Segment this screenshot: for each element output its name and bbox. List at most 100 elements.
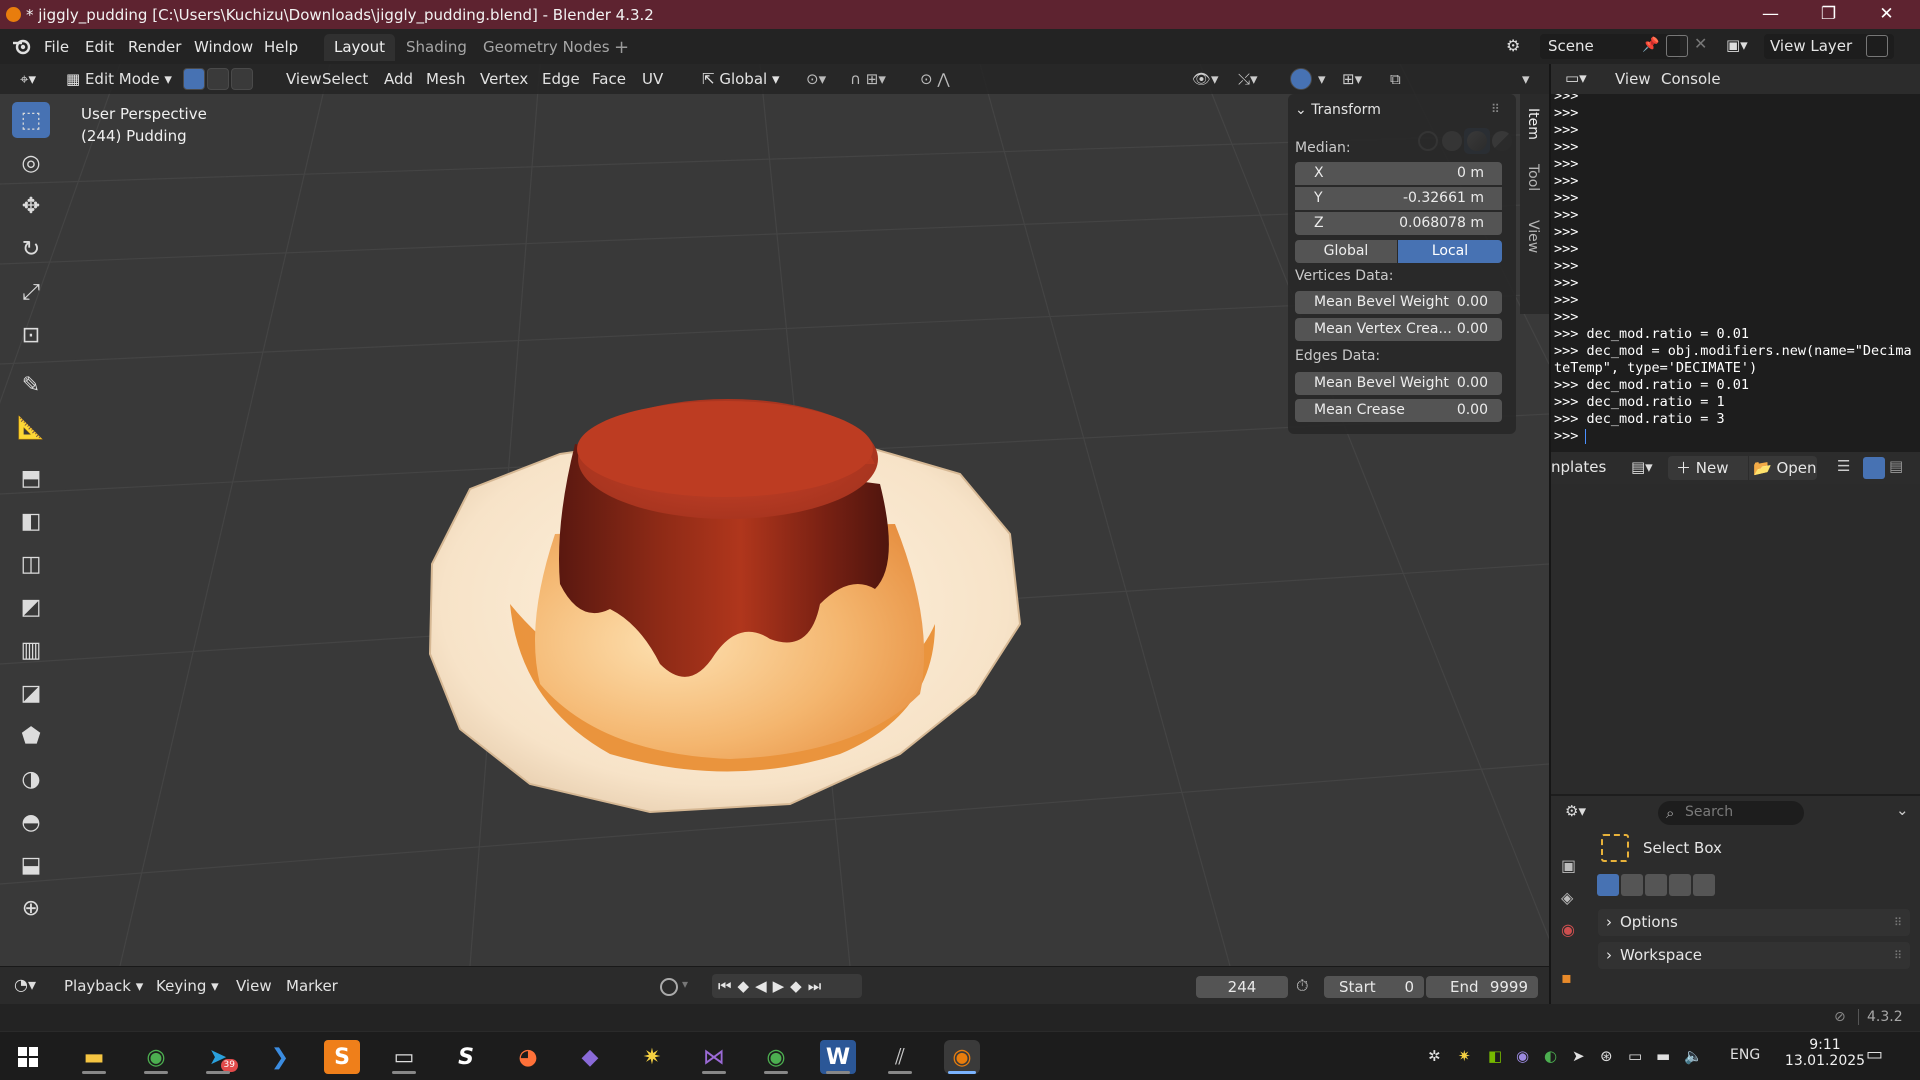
text-editor-body[interactable]	[1551, 484, 1920, 794]
tray-app-4-icon[interactable]: ◐	[1544, 1047, 1557, 1065]
drag-handle-icon[interactable]: ⠿	[1491, 102, 1500, 116]
jump-start-icon[interactable]: ⏮	[718, 977, 738, 995]
chrome-icon[interactable]: ◉	[138, 1040, 174, 1074]
word-wrap-icon[interactable]	[1863, 457, 1885, 479]
mode-set-icon[interactable]	[1597, 874, 1619, 896]
properties-search[interactable]: ⌕ Search	[1658, 801, 1804, 825]
menu-face[interactable]: Face	[586, 67, 632, 91]
face-select-icon[interactable]	[231, 68, 253, 90]
measure-tool-icon[interactable]: 📐	[12, 410, 50, 446]
smooth-tool-icon[interactable]: ◓	[12, 804, 50, 840]
scribe-app-icon[interactable]: S	[448, 1040, 484, 1074]
xray-icon[interactable]: ⧉	[1384, 67, 1407, 91]
timeline-editor-icon[interactable]: ◔▾	[14, 975, 36, 994]
chevron-down-icon[interactable]: ⌄	[1896, 801, 1909, 819]
scene-icon[interactable]: ⚙	[1506, 36, 1534, 58]
global-toggle[interactable]: Global	[1295, 240, 1397, 263]
nvidia-icon[interactable]: ◧	[1488, 1047, 1502, 1065]
prev-keyframe-icon[interactable]: ◆	[738, 977, 756, 995]
scale-tool-icon[interactable]: ⤢	[12, 274, 50, 310]
sublime-text-icon[interactable]: S	[324, 1040, 360, 1074]
menu-timeline-view[interactable]: View	[230, 974, 278, 998]
end-frame-field[interactable]: End 9999	[1426, 976, 1538, 998]
spin-tool-icon[interactable]: ◑	[12, 761, 50, 797]
menu-playback[interactable]: Playback ▾	[58, 974, 149, 998]
mode-extend-icon[interactable]	[1621, 874, 1643, 896]
menu-marker[interactable]: Marker	[280, 974, 344, 998]
playback-controls[interactable]: ⏮◆◀▶◆⏭	[712, 974, 862, 998]
menu-vertex[interactable]: Vertex	[474, 67, 534, 91]
tray-app-3-icon[interactable]: ◉	[1516, 1047, 1529, 1065]
mode-invert-icon[interactable]	[1669, 874, 1691, 896]
edge-select-icon[interactable]	[207, 68, 229, 90]
annotate-tool-icon[interactable]: ✎	[12, 367, 50, 403]
file-explorer-icon[interactable]: ▬	[76, 1040, 112, 1074]
median-x-field[interactable]: X 0 m	[1295, 162, 1502, 185]
record-icon[interactable]	[660, 978, 678, 996]
console-editor-icon[interactable]: ▭▾	[1565, 69, 1587, 87]
blender-menu-icon[interactable]	[12, 37, 32, 55]
firefox-icon[interactable]: ◕	[510, 1040, 546, 1074]
menu-edge[interactable]: Edge	[536, 67, 586, 91]
clock[interactable]: 9:11 13.01.2025	[1778, 1037, 1872, 1069]
extrude-tool-icon[interactable]: ◧	[12, 503, 50, 539]
mode-intersect-icon[interactable]	[1693, 874, 1715, 896]
workspace-section[interactable]: › Workspace ⠿	[1598, 942, 1910, 969]
menu-render[interactable]: Render	[120, 35, 189, 59]
tab-geometry-nodes[interactable]: Geometry Nodes	[473, 34, 620, 61]
menu-add[interactable]: Add	[378, 67, 419, 91]
view-layer-icon[interactable]: ▣▾	[1726, 36, 1760, 58]
network-icon[interactable]: ▭	[1628, 1047, 1642, 1065]
start-frame-field[interactable]: Start 0	[1324, 976, 1424, 998]
play-icon[interactable]: ▶	[773, 977, 791, 995]
pivot-icon[interactable]: ⊙▾	[800, 67, 832, 91]
minimize-button[interactable]: —	[1742, 0, 1799, 29]
shrink-fatten-tool-icon[interactable]: ⊕	[12, 890, 50, 926]
mode-dropdown[interactable]: ▦ Edit Mode ▾	[60, 67, 178, 91]
chrome-profile-icon[interactable]: ◉	[758, 1040, 794, 1074]
next-keyframe-icon[interactable]: ◆	[790, 977, 808, 995]
edge-crease-field[interactable]: Mean Crease 0.00	[1295, 399, 1502, 422]
gizmo-icon[interactable]: ⤯▾	[1232, 67, 1264, 91]
tab-shading[interactable]: Shading	[396, 34, 477, 61]
syntax-icon[interactable]: ▤	[1889, 457, 1903, 475]
transform-header[interactable]: ⌄ Transform	[1295, 102, 1381, 118]
edge-bevel-weight-field[interactable]: Mean Bevel Weight 0.00	[1295, 372, 1502, 395]
add-cube-tool-icon[interactable]: ⬒	[12, 460, 50, 496]
sun-app-icon[interactable]: ✷	[634, 1040, 670, 1074]
delete-scene-icon[interactable]: ✕	[1694, 34, 1707, 53]
tab-item[interactable]: Item	[1525, 108, 1541, 140]
play-reverse-icon[interactable]: ◀	[755, 977, 773, 995]
text-browse-icon[interactable]: ▤▾	[1631, 458, 1653, 476]
obsidian-icon[interactable]: ◆	[572, 1040, 608, 1074]
properties-editor-icon[interactable]: ⚙▾	[1565, 802, 1586, 820]
bevel-tool-icon[interactable]: ◩	[12, 589, 50, 625]
world-properties-icon[interactable]: ◉	[1561, 920, 1575, 939]
visual-studio-icon[interactable]: ⋈	[696, 1040, 732, 1074]
blender-taskbar-icon[interactable]: ◉	[944, 1040, 980, 1074]
new-view-layer-icon[interactable]	[1866, 35, 1888, 57]
snap-icon[interactable]: ∩ ⊞▾	[844, 67, 892, 91]
vertex-crease-field[interactable]: Mean Vertex Crea... 0.00	[1295, 318, 1502, 341]
menu-mesh[interactable]: Mesh	[420, 67, 472, 91]
close-button[interactable]: ✕	[1858, 0, 1915, 29]
console-menu-console[interactable]: Console	[1655, 67, 1727, 91]
tray-app-1-icon[interactable]: ✲	[1428, 1047, 1441, 1065]
powershell-icon[interactable]: ❯	[262, 1040, 298, 1074]
console-menu-view[interactable]: View	[1609, 67, 1657, 91]
menu-select[interactable]: Select	[316, 67, 374, 91]
menu-window[interactable]: Window	[186, 35, 261, 59]
stopwatch-icon[interactable]: ⏱	[1296, 976, 1308, 996]
median-z-field[interactable]: Z 0.068078 m	[1295, 212, 1502, 235]
edge-slide-tool-icon[interactable]: ⬓	[12, 847, 50, 883]
new-text-button[interactable]: ＋ New	[1668, 456, 1748, 480]
mode-subtract-icon[interactable]	[1645, 874, 1667, 896]
menu-edit[interactable]: Edit	[77, 35, 122, 59]
open-text-button[interactable]: 📂 Open	[1749, 456, 1817, 480]
inset-tool-icon[interactable]: ◫	[12, 546, 50, 582]
proportional-edit-icon[interactable]: ⊙ ⋀	[914, 67, 956, 91]
tray-app-2-icon[interactable]: ✷	[1458, 1047, 1471, 1065]
overlays-dropdown-icon[interactable]: ▾	[1312, 67, 1332, 91]
chevron-down-icon[interactable]: ▾	[682, 977, 688, 991]
battery-icon[interactable]: ▬	[1656, 1047, 1670, 1065]
